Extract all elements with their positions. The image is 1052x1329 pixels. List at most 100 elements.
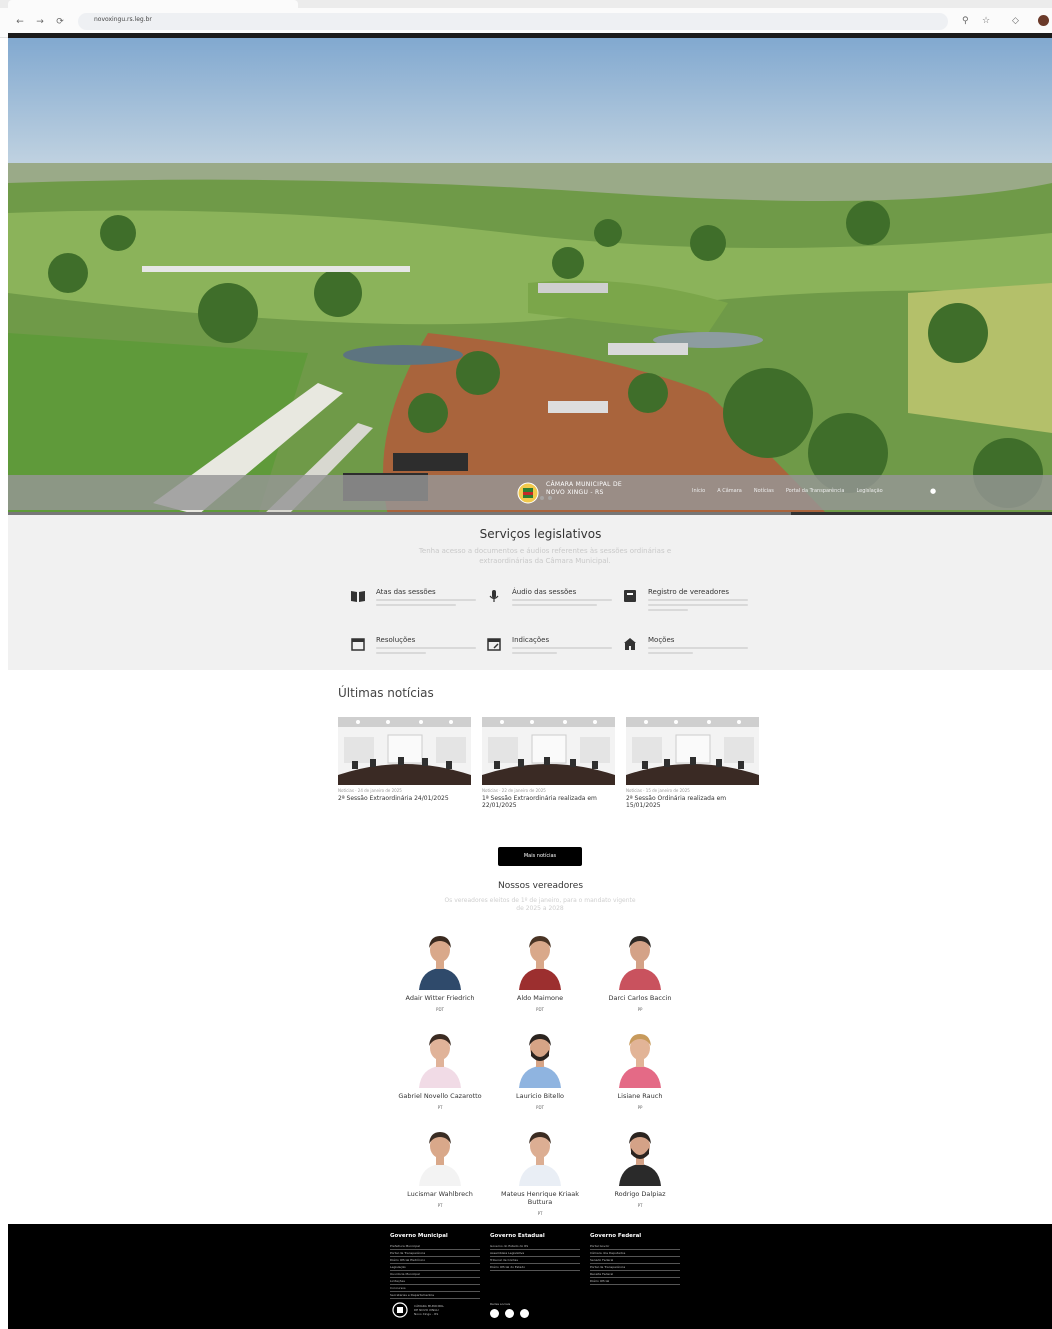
member-name: Lauricio Bitello — [515, 1092, 565, 1100]
member-photo[interactable] — [515, 1124, 565, 1186]
council-member[interactable]: Adair Witter Friedrich PDT — [390, 928, 490, 1012]
member-photo[interactable] — [415, 1124, 465, 1186]
news-headline[interactable]: 1ª Sessão Extraordinária realizada em 22… — [482, 795, 615, 809]
extensions-icon[interactable]: ◇ — [1012, 16, 1019, 26]
footer-seal-logo[interactable] — [392, 1302, 408, 1318]
footer-link[interactable]: Governo do Estado do RS — [490, 1243, 580, 1250]
menu-item-legislacao[interactable]: Legislação — [856, 488, 882, 494]
footer-link[interactable]: Legislação — [390, 1264, 480, 1271]
footer-link[interactable]: Licitações — [390, 1278, 480, 1285]
hero-aerial-image — [8, 33, 1052, 515]
service-description — [648, 599, 748, 617]
footer-link[interactable]: Tribunal de Contas — [490, 1257, 580, 1264]
news-headline[interactable]: 2ª Sessão Ordinária realizada em 15/01/2… — [626, 795, 759, 809]
member-photo[interactable] — [615, 1026, 665, 1088]
footer-link[interactable]: Câmara dos Deputados — [590, 1250, 680, 1257]
member-party: PT — [537, 1211, 543, 1216]
footer-link[interactable]: Ouvidoria Municipal — [390, 1271, 480, 1278]
footer-logo-line-3: Novo Xingu - RS — [414, 1312, 439, 1316]
council-member[interactable]: Lisiane Rauch PP — [590, 1026, 690, 1110]
news-meta: Notícias · 15 de janeiro de 2025 — [626, 788, 690, 793]
council-member[interactable]: Rodrigo Dalpiaz PT — [590, 1124, 690, 1208]
council-member[interactable]: Lucismar Wahlbrech PT — [390, 1124, 490, 1208]
camara-logo-text[interactable]: CÂMARA MUNICIPAL DE NOVO XINGU - RS — [546, 481, 622, 497]
url-text[interactable]: novoxingu.rs.leg.br — [94, 16, 152, 23]
service-description — [376, 647, 476, 665]
member-photo[interactable] — [615, 928, 665, 990]
news-image[interactable] — [482, 717, 615, 785]
register-icon — [624, 590, 636, 602]
social-label: Redes sociais — [490, 1302, 511, 1306]
menu-item-a-camara[interactable]: A Câmara — [717, 488, 742, 494]
news-card[interactable]: Notícias · 24 de janeiro de 2025 2ª Sess… — [338, 717, 471, 802]
council-member[interactable]: Aldo Maimone PDT — [490, 928, 590, 1012]
menu-item-noticias[interactable]: Notícias — [754, 488, 774, 494]
footer-link[interactable]: Prefeitura Municipal — [390, 1243, 480, 1250]
news-meta: Notícias · 22 de janeiro de 2025 — [482, 788, 546, 793]
footer-column: Governo Municipal Prefeitura Municipal Por… — [390, 1233, 480, 1299]
camara-seal-logo[interactable] — [516, 482, 540, 504]
footer-link[interactable]: Diário Oficial do Estado — [490, 1264, 580, 1271]
logo-line-2: NOVO XINGU - RS — [546, 489, 604, 496]
browser-tab[interactable] — [8, 0, 298, 8]
search-icon[interactable]: ● — [930, 487, 938, 495]
service-title: Moções — [648, 636, 675, 644]
service-description — [648, 647, 748, 665]
news-card[interactable]: Notícias · 15 de janeiro de 2025 2ª Sess… — [626, 717, 759, 809]
footer-link[interactable]: Concursos — [390, 1285, 480, 1292]
service-title: Registro de vereadores — [648, 588, 730, 596]
footer-column-title: Governo Estadual — [490, 1233, 545, 1239]
member-name: Gabriel Novello Cazarotto — [398, 1092, 482, 1100]
back-icon[interactable]: ← — [14, 16, 26, 28]
member-party: PT — [637, 1203, 643, 1208]
footer-link[interactable]: Portal da Transparência — [390, 1250, 480, 1257]
footer-link[interactable]: Diário Oficial Eletrônico — [390, 1257, 480, 1264]
member-photo[interactable] — [415, 928, 465, 990]
footer-link[interactable]: Secretarias e Departamentos — [390, 1292, 480, 1299]
service-title: Resoluções — [376, 636, 416, 644]
member-party: PP — [637, 1105, 643, 1110]
zoom-icon[interactable]: ⚲ — [962, 16, 969, 26]
footer-link[interactable]: Portal Gov.br — [590, 1243, 680, 1250]
news-card[interactable]: Notícias · 22 de janeiro de 2025 1ª Sess… — [482, 717, 615, 809]
news-headline[interactable]: 2ª Sessão Extraordinária 24/01/2025 — [338, 795, 471, 802]
footer-column: Governo Estadual Governo do Estado do RS A… — [490, 1233, 580, 1271]
council-member[interactable]: Lauricio Bitello PDT — [490, 1026, 590, 1110]
footer-link[interactable]: Assembleia Legislativa — [490, 1250, 580, 1257]
news-image[interactable] — [626, 717, 759, 785]
menu-item-transparencia[interactable]: Portal da Transparência — [786, 488, 845, 494]
footer-link[interactable]: Senado Federal — [590, 1257, 680, 1264]
member-photo[interactable] — [515, 1026, 565, 1088]
council-member[interactable]: Gabriel Novello Cazarotto PT — [390, 1026, 490, 1110]
member-photo[interactable] — [615, 1124, 665, 1186]
member-photo[interactable] — [515, 928, 565, 990]
facebook-icon[interactable] — [490, 1309, 499, 1318]
member-photo[interactable] — [415, 1026, 465, 1088]
footer-link[interactable]: Diário Oficial — [590, 1278, 680, 1285]
hero-slider[interactable] — [8, 33, 1052, 515]
service-title: Indicações — [512, 636, 550, 644]
member-name: Mateus Henrique Kriaak Buttura — [501, 1190, 579, 1206]
footer-link[interactable]: Portal da Transparência — [590, 1264, 680, 1271]
services-title: Serviços legislativos — [479, 527, 602, 541]
address-bar[interactable]: novoxingu.rs.leg.br — [78, 13, 948, 30]
council-member[interactable]: Mateus Henrique Kriaak Buttura PT — [490, 1124, 590, 1216]
youtube-icon[interactable] — [520, 1309, 529, 1318]
news-image[interactable] — [338, 717, 471, 785]
service-title: Áudio das sessões — [512, 588, 577, 596]
council-member[interactable]: Darci Carlos Baccin PP — [590, 928, 690, 1012]
hero-top-bar — [8, 33, 1052, 38]
reload-icon[interactable]: ⟳ — [54, 16, 66, 28]
member-name: Lisiane Rauch — [617, 1092, 663, 1100]
forward-icon[interactable]: → — [34, 16, 46, 28]
instagram-icon[interactable] — [505, 1309, 514, 1318]
member-party: PDT — [536, 1105, 544, 1110]
footer-link[interactable]: Receita Federal — [590, 1271, 680, 1278]
services-subtitle: Tenha acesso a documentos e áudios refer… — [418, 547, 672, 565]
service-description — [512, 599, 612, 617]
more-news-button[interactable]: Mais notícias — [498, 847, 582, 866]
star-icon[interactable]: ☆ — [982, 16, 990, 26]
profile-avatar[interactable] — [1038, 15, 1049, 26]
calendar-icon — [351, 638, 365, 651]
menu-item-inicio[interactable]: Início — [692, 488, 705, 494]
